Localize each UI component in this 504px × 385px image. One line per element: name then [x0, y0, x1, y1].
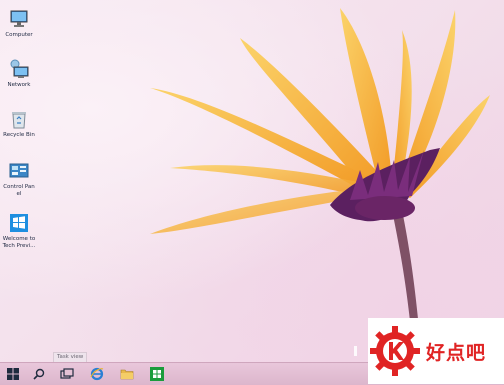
task-view-icon — [60, 368, 74, 379]
start-button[interactable] — [0, 363, 26, 385]
internet-explorer-icon — [90, 367, 104, 381]
desktop-icon-label: Recycle Bin — [3, 132, 35, 138]
computer-icon — [10, 10, 28, 27]
desktop-icon-computer[interactable]: Computer — [2, 8, 36, 39]
desktop-icon-welcome[interactable]: Welcome to Tech Previ... — [2, 212, 36, 249]
folder-icon — [120, 369, 134, 380]
search-icon — [33, 368, 45, 380]
desktop-icon-label: Control Panel — [3, 184, 35, 197]
store-icon — [150, 367, 164, 381]
windows-logo-icon — [7, 368, 19, 380]
flower-wallpaper-image — [150, 8, 490, 362]
desktop-icon-label: Network — [7, 82, 31, 88]
desktop-icon-label: Welcome to Tech Previ... — [2, 236, 36, 249]
desktop-icon-network[interactable]: Network — [2, 58, 36, 89]
gear-k-logo-icon — [370, 326, 420, 376]
windows-welcome-icon — [10, 214, 28, 232]
tray-indicator — [354, 346, 357, 356]
control-panel-icon — [9, 163, 29, 178]
internet-explorer-button[interactable] — [84, 363, 110, 385]
search-button[interactable] — [26, 363, 52, 385]
store-button[interactable] — [144, 363, 170, 385]
network-icon — [10, 59, 29, 78]
desktop-icon-recycle-bin[interactable]: Recycle Bin — [2, 108, 36, 139]
watermark-text: 好点吧 — [426, 341, 487, 364]
desktop-icon-control-panel[interactable]: Control Panel — [2, 160, 36, 197]
file-explorer-button[interactable] — [114, 363, 140, 385]
recycle-bin-icon — [12, 112, 26, 129]
desktop-icon-label: Computer — [5, 32, 33, 38]
site-watermark: 好点吧 — [368, 318, 504, 384]
task-view-button[interactable] — [54, 363, 80, 385]
desktop-wallpaper: Computer Network Recycle Bin Control Pan… — [0, 0, 504, 362]
